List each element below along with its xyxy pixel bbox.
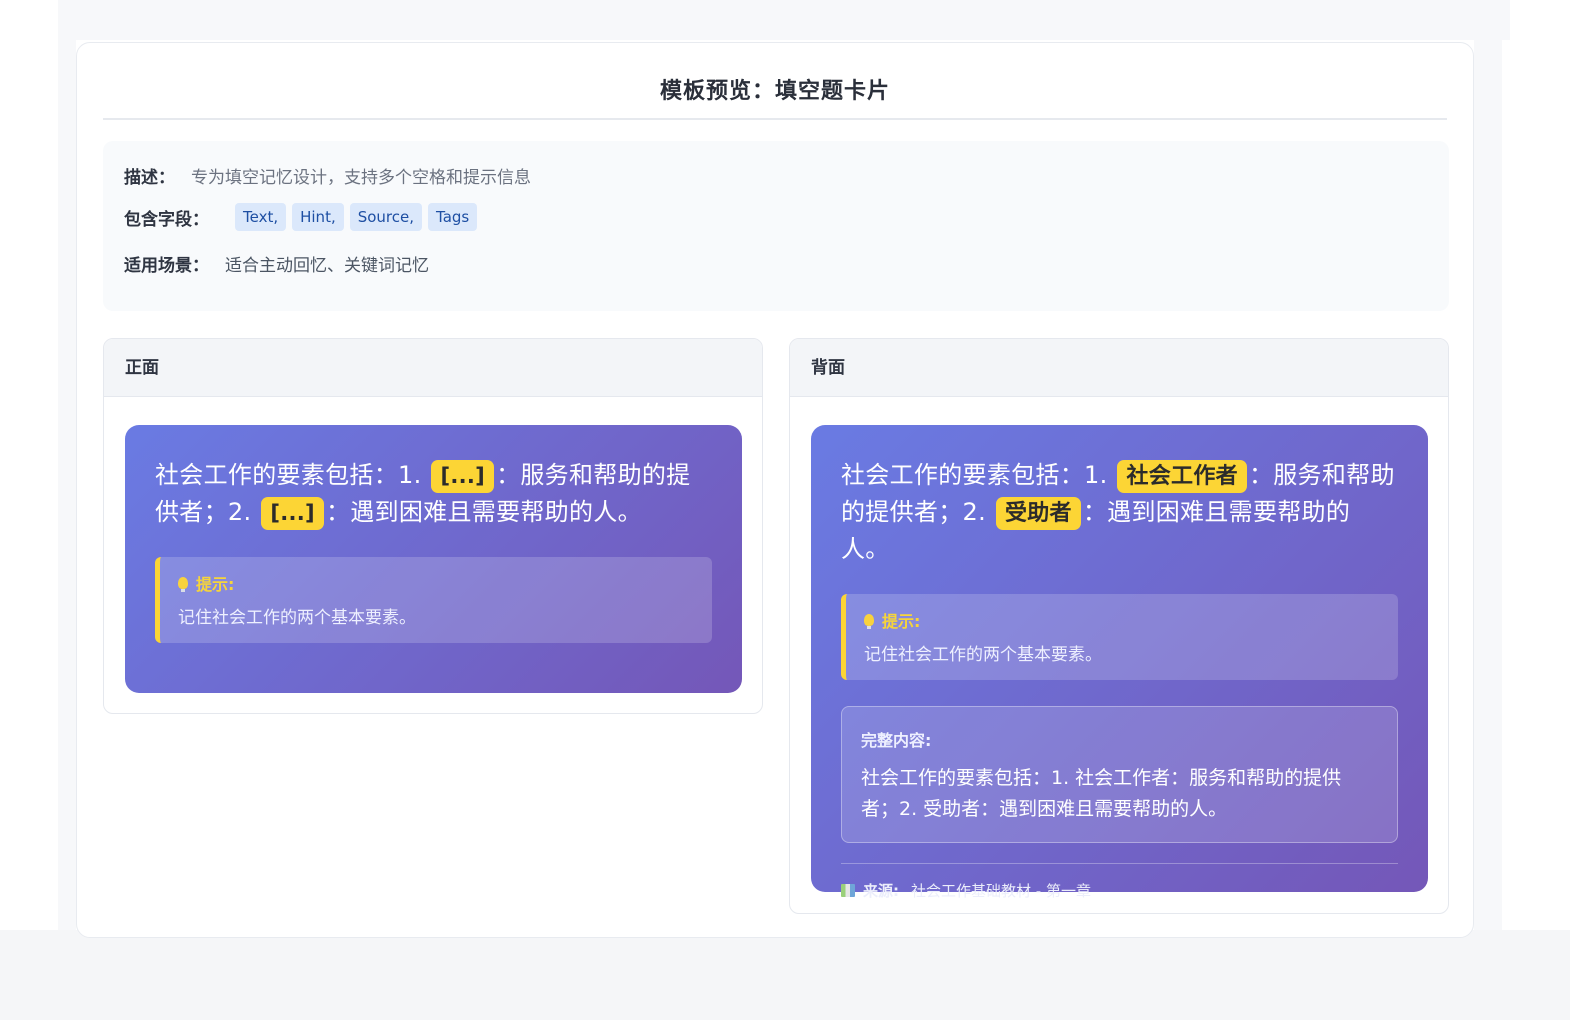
front-card: 社会工作的要素包括：1. [...] ：服务和帮助的提供者；2. [...] ：遇到… <box>125 425 742 693</box>
fields-row: 包含字段： Text, Hint, Source, Tags <box>124 203 483 231</box>
lightbulb-icon <box>178 577 188 592</box>
front-blank-2: [...] <box>261 497 324 530</box>
background-strip-right <box>1474 0 1502 930</box>
background-strip-left <box>58 0 76 930</box>
field-chip-text: Text, <box>235 203 287 231</box>
description-value: 专为填空记忆设计，支持多个空格和提示信息 <box>191 168 531 188</box>
front-hint-text: 记住社会工作的两个基本要素。 <box>178 608 416 628</box>
front-card-text: 社会工作的要素包括：1. [...] ：服务和帮助的提供者；2. [...] ：遇到… <box>155 457 712 531</box>
fields-label: 包含字段： <box>124 209 209 230</box>
front-blank-1: [...] <box>431 460 495 493</box>
back-hint-label: 提示: <box>882 612 921 631</box>
source-value: 社会工作基础教材 - 第一章 <box>911 882 1091 900</box>
page-title: 模板预览：填空题卡片 <box>659 79 890 104</box>
back-card-text: 社会工作的要素包括：1. 社会工作者 ：服务和帮助的提供者；2. 受助者 ：遇到困难… <box>841 457 1398 568</box>
template-preview-panel: 模板预览：填空题卡片 描述： 专为填空记忆设计，支持多个空格和提示信息 包含字段… <box>76 42 1474 938</box>
back-text-part-1: 社会工作的要素包括：1. <box>841 461 1116 489</box>
front-side-section: 正面 社会工作的要素包括：1. [...] ：服务和帮助的提供者；2. [...]… <box>103 338 763 714</box>
back-hint-text: 记住社会工作的两个基本要素。 <box>864 645 1102 665</box>
back-answer-1: 社会工作者 <box>1117 460 1247 493</box>
front-hint-title: 提示: <box>178 571 712 595</box>
source-row: 来源: 社会工作基础教材 - 第一章 <box>841 863 1398 901</box>
background-strip-bottom <box>0 930 1570 1020</box>
front-text-part-1: 社会工作的要素包括：1. <box>155 461 430 489</box>
full-content-text: 社会工作的要素包括：1. 社会工作者：服务和帮助的提供者；2. 受助者：遇到困难… <box>861 767 1342 820</box>
lightbulb-icon <box>864 614 874 629</box>
description-label: 描述： <box>124 168 175 188</box>
field-chip-hint: Hint, <box>292 203 344 231</box>
scene-label: 适用场景： <box>124 256 209 276</box>
front-text-part-3: ：遇到困难且需要帮助的人。 <box>325 498 642 526</box>
scene-row: 适用场景： 适合主动回忆、关键词记忆 <box>124 251 429 276</box>
title-divider <box>103 118 1447 120</box>
field-chip-list: Text, Hint, Source, Tags <box>235 203 483 231</box>
full-content-box: 完整内容: 社会工作的要素包括：1. 社会工作者：服务和帮助的提供者；2. 受助… <box>841 706 1398 843</box>
full-content-label: 完整内容: <box>861 731 932 750</box>
front-side-header: 正面 <box>104 339 762 397</box>
field-chip-tags: Tags <box>428 203 478 231</box>
back-side-header: 背面 <box>790 339 1448 397</box>
front-hint-label: 提示: <box>196 575 235 594</box>
back-card: 社会工作的要素包括：1. 社会工作者 ：服务和帮助的提供者；2. 受助者 ：遇到困难… <box>811 425 1428 900</box>
scene-value: 适合主动回忆、关键词记忆 <box>225 256 429 276</box>
back-hint-title: 提示: <box>864 608 1398 632</box>
description-row: 描述： 专为填空记忆设计，支持多个空格和提示信息 <box>124 163 531 188</box>
source-label: 来源: <box>863 882 899 900</box>
books-icon <box>841 884 855 897</box>
template-info-box: 描述： 专为填空记忆设计，支持多个空格和提示信息 包含字段： Text, Hin… <box>103 141 1449 311</box>
back-answer-2: 受助者 <box>995 497 1081 530</box>
front-hint-box: 提示: 记住社会工作的两个基本要素。 <box>155 557 712 643</box>
field-chip-source: Source, <box>349 203 423 231</box>
background-strip-top <box>58 0 1510 40</box>
back-side-section: 背面 社会工作的要素包括：1. 社会工作者 ：服务和帮助的提供者；2. 受助者 ：遇… <box>789 338 1449 914</box>
back-hint-box: 提示: 记住社会工作的两个基本要素。 <box>841 594 1398 680</box>
